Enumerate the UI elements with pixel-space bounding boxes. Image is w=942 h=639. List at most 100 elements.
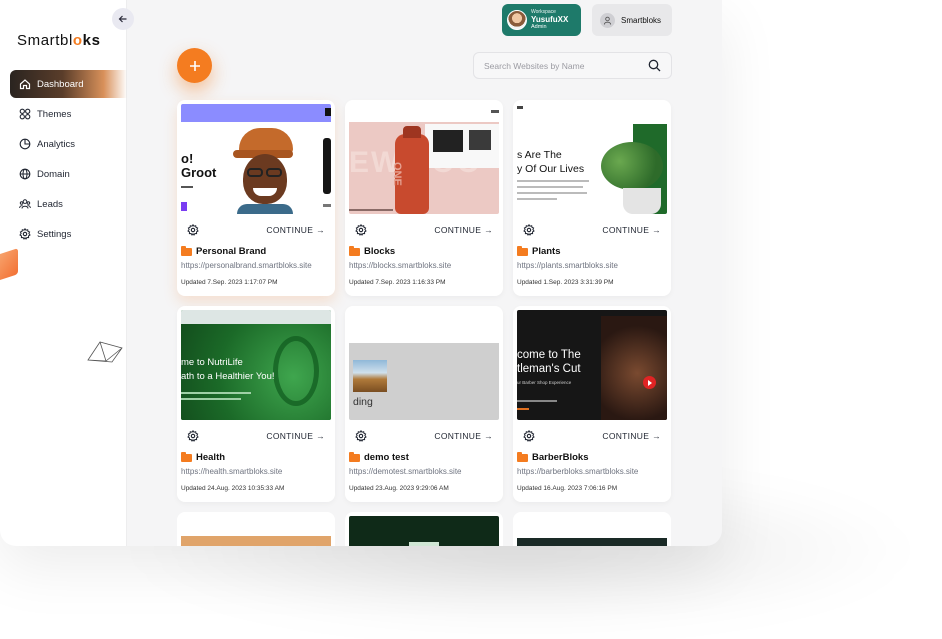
thumb-text: me to NutriLife [181, 357, 243, 368]
continue-label: CONTINUE [602, 225, 650, 235]
sidebar-nav: Dashboard Themes Analytics Domain Leads … [10, 70, 127, 250]
logo-tail: ks [82, 32, 101, 49]
grid-icon [18, 108, 31, 121]
folder-icon [181, 245, 192, 256]
website-card[interactable]: me to NutriLife ath to a Healthier You! … [177, 306, 335, 502]
workspace-role: Admin [531, 23, 547, 30]
search-input[interactable] [484, 60, 648, 71]
thumb-text: ur Barber Shop Experience [517, 380, 572, 385]
user-icon [600, 12, 615, 28]
website-thumbnail: s Are The y Of Our Lives [517, 104, 667, 214]
continue-button[interactable]: CONTINUE → [434, 431, 493, 441]
folder-icon [517, 245, 528, 256]
sidebar-item-label: Domain [37, 168, 70, 180]
home-icon [18, 78, 31, 91]
card-actions: CONTINUE → [187, 221, 325, 239]
gear-icon[interactable] [355, 430, 367, 442]
account-name: Smartbloks [621, 15, 662, 25]
website-url[interactable]: https://plants.smartbloks.site [517, 261, 618, 270]
website-card-partial[interactable] [345, 512, 503, 546]
website-card[interactable]: EW TOO ONE CONTINUE→ Blocks https://bloc… [345, 100, 503, 296]
sidebar-item-label: Analytics [37, 138, 76, 150]
portrait-image [233, 128, 297, 214]
gear-icon[interactable] [523, 224, 535, 236]
website-thumbnail: me to NutriLife ath to a Healthier You! [181, 310, 331, 420]
continue-button[interactable]: CONTINUE → [266, 225, 325, 235]
thumb-text: tleman's Cut [517, 363, 581, 375]
folder-icon [349, 245, 360, 256]
workspace-switcher[interactable]: Workspace YusufuXX Admin [502, 4, 581, 36]
website-thumbnail: come to The tleman's Cut ur Barber Shop … [517, 310, 667, 420]
app-window: Smartbloks Dashboard Themes Analytics Do… [0, 0, 722, 546]
sidebar-item-domain[interactable]: Domain [10, 160, 127, 188]
logo: Smartbloks [17, 32, 101, 49]
decorative-wireframe-icon [87, 341, 123, 363]
continue-label: CONTINUE [266, 225, 314, 235]
users-icon [18, 198, 31, 211]
thumb-text: ding [353, 396, 373, 408]
thumb-text: ath to a Healthier You! [181, 371, 275, 382]
website-card[interactable]: s Are The y Of Our Lives CONTINUE → Plant… [513, 100, 671, 296]
add-website-button[interactable] [177, 48, 212, 83]
gear-icon[interactable] [355, 224, 367, 236]
workspace-label: Workspace [531, 8, 556, 15]
card-actions: CONTINUE → [523, 427, 661, 445]
card-actions: CONTINUE → [523, 221, 661, 239]
sidebar-item-themes[interactable]: Themes [10, 100, 127, 128]
website-url[interactable]: https://blocks.smartbloks.site [349, 261, 451, 270]
gear-icon[interactable] [523, 430, 535, 442]
continue-button[interactable]: CONTINUE → [602, 431, 661, 441]
folder-icon [517, 451, 528, 462]
continue-label: CONTINUE [434, 431, 482, 441]
website-url[interactable]: https://barberbloks.smartbloks.site [517, 467, 638, 476]
sidebar-item-leads[interactable]: Leads [10, 190, 127, 218]
arrow-left-icon [118, 15, 127, 23]
thumb-text: y Of Our Lives [517, 163, 585, 175]
card-actions: CONTINUE → [355, 221, 493, 239]
website-card-partial[interactable] [177, 512, 335, 546]
website-url[interactable]: https://personalbrand.smartbloks.site [181, 261, 312, 270]
website-url[interactable]: https://health.smartbloks.site [181, 467, 282, 476]
sidebar-item-dashboard[interactable]: Dashboard [10, 70, 127, 98]
updated-timestamp: Updated 7.Sep. 2023 1:17:07 PM [181, 279, 278, 286]
continue-button[interactable]: CONTINUE → [434, 225, 493, 235]
website-thumbnail [517, 516, 667, 546]
website-thumbnail: EW TOO ONE [349, 104, 499, 214]
continue-button[interactable]: CONTINUE → [266, 431, 325, 441]
plus-icon [189, 60, 200, 71]
website-card[interactable]: ding CONTINUE → demo test https://demotes… [345, 306, 503, 502]
thumb-text: o! [181, 151, 194, 166]
stage: Smartbloks Dashboard Themes Analytics Do… [0, 0, 942, 639]
account-button[interactable]: Smartbloks [592, 4, 672, 36]
thumb-text: ONE [391, 162, 403, 186]
gear-icon[interactable] [187, 224, 199, 236]
arrow-right-icon: → [652, 225, 661, 235]
avatar [507, 10, 527, 30]
card-actions: CONTINUE → [187, 427, 325, 445]
sidebar-item-settings[interactable]: Settings [10, 220, 127, 248]
website-name: Blocks [364, 246, 396, 257]
arrow-right-icon: → [316, 225, 325, 235]
thumb-text: Groot [181, 165, 217, 180]
search-icon[interactable] [648, 59, 661, 72]
updated-timestamp: Updated 16.Aug. 2023 7:06:16 PM [517, 485, 618, 492]
website-card-partial[interactable] [513, 512, 671, 546]
continue-label: CONTINUE [602, 431, 650, 441]
website-url[interactable]: https://demotest.smartbloks.site [349, 467, 462, 476]
website-thumbnail: o! Groot [181, 104, 331, 214]
gear-icon[interactable] [187, 430, 199, 442]
website-name: Plants [532, 246, 561, 257]
updated-timestamp: Updated 23.Aug. 2023 9:29:06 AM [349, 485, 449, 492]
pie-chart-icon [18, 138, 31, 151]
updated-timestamp: Updated 24.Aug. 2023 10:35:33 AM [181, 485, 285, 492]
sidebar-item-analytics[interactable]: Analytics [10, 130, 127, 158]
website-card[interactable]: come to The tleman's Cut ur Barber Shop … [513, 306, 671, 502]
collapse-sidebar-button[interactable] [112, 8, 134, 30]
card-title: demo test [349, 451, 409, 463]
website-card[interactable]: o! Groot CONTINUE → Personal Brand https… [177, 100, 335, 296]
continue-button[interactable]: CONTINUE → [602, 225, 661, 235]
sidebar: Smartbloks Dashboard Themes Analytics Do… [0, 0, 127, 546]
arrow-right-icon: → [484, 431, 493, 441]
continue-label: CONTINUE [434, 225, 482, 235]
website-name: demo test [364, 452, 409, 463]
